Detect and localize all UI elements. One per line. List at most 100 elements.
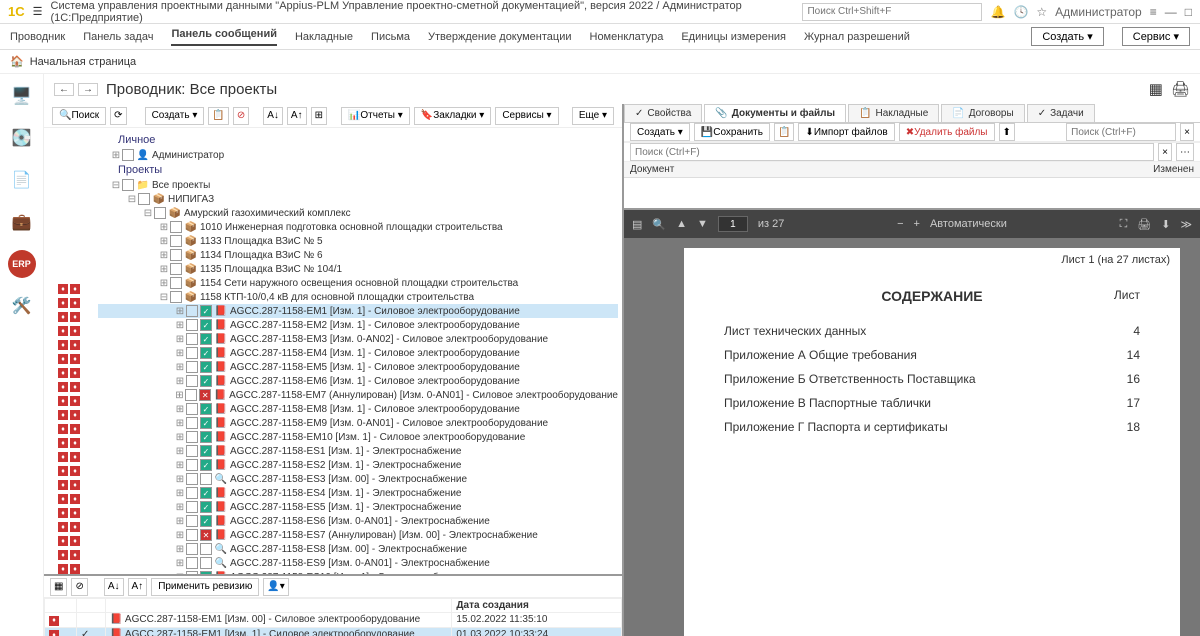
search2-clear[interactable]: × bbox=[1158, 143, 1172, 161]
tree-folder[interactable]: ⊟📦1158 КТП-10/0,4 кВ для основной площад… bbox=[98, 290, 618, 304]
pdf-page-input[interactable] bbox=[718, 216, 748, 232]
pdf-icon[interactable]: ♦ bbox=[70, 368, 80, 378]
pdf-icon[interactable]: ♦ bbox=[70, 452, 80, 462]
create-dropdown[interactable]: Создать ▾ bbox=[145, 107, 205, 125]
rev-icon-2[interactable]: ⊘ bbox=[71, 578, 87, 596]
pdf-icon[interactable]: ♦ bbox=[70, 508, 80, 518]
rev-sort-az[interactable]: A↓ bbox=[104, 578, 124, 596]
pdf-icon[interactable]: ♦ bbox=[70, 466, 80, 476]
pdf-icon[interactable]: ♦ bbox=[58, 298, 68, 308]
pdf-print-icon[interactable]: 🖨 bbox=[1137, 218, 1151, 231]
tab-permissions[interactable]: Журнал разрешений bbox=[804, 31, 910, 43]
pdf-more-icon[interactable]: ≫ bbox=[1180, 218, 1192, 231]
sort-za-icon[interactable]: A↑ bbox=[287, 107, 307, 125]
pdf-icon[interactable]: ♦ bbox=[58, 438, 68, 448]
services-dropdown[interactable]: Сервисы ▾ bbox=[495, 107, 558, 125]
rt-search-clear[interactable]: × bbox=[1180, 123, 1194, 141]
tree-doc[interactable]: ⊞✓📕AGCC.287-1158-EM4 [Изм. 1] - Силовое … bbox=[98, 346, 618, 360]
monitor-icon[interactable]: 🖥️ bbox=[8, 82, 36, 110]
tree-admin[interactable]: Администратор bbox=[150, 150, 224, 161]
copy-icon[interactable]: 📋 bbox=[208, 107, 228, 125]
pdf-prev-icon[interactable]: ▲ bbox=[676, 218, 687, 230]
rt-export-icon[interactable]: ⬆ bbox=[999, 123, 1015, 141]
tree-doc[interactable]: ⊞✕📕AGCC.287-1158-EM7 (Аннулирован) [Изм.… bbox=[98, 388, 618, 402]
tree-doc[interactable]: ⊞✓📕AGCC.287-1158-EM8 [Изм. 1] - Силовое … bbox=[98, 402, 618, 416]
erp-icon[interactable]: ERP bbox=[8, 250, 36, 278]
tab-tasks[interactable]: Панель задач bbox=[83, 31, 153, 43]
tab-approval[interactable]: Утверждение документации bbox=[428, 31, 572, 43]
pdf-icon[interactable]: ♦ bbox=[70, 550, 80, 560]
apply-revision-button[interactable]: Применить ревизию bbox=[151, 578, 259, 596]
tree-doc[interactable]: ⊞✓📕AGCC.287-1158-EM5 [Изм. 1] - Силовое … bbox=[98, 360, 618, 374]
pdf-zoom-in[interactable]: + bbox=[914, 218, 920, 230]
tree-doc[interactable]: ⊞✕📕AGCC.287-1158-ES7 (Аннулирован) [Изм.… bbox=[98, 528, 618, 542]
pdf-icon[interactable]: ♦ bbox=[58, 522, 68, 532]
tree-doc[interactable]: ⊞🔍AGCC.287-1158-ES3 [Изм. 00] - Электрос… bbox=[98, 472, 618, 486]
pdf-icon[interactable]: ♦ bbox=[58, 326, 68, 336]
rev-icon-1[interactable]: ▦ bbox=[50, 578, 67, 596]
pdf-icon[interactable]: ♦ bbox=[58, 564, 68, 574]
admin-label[interactable]: Администратор bbox=[1055, 5, 1142, 19]
pdf-icon[interactable]: ♦ bbox=[70, 438, 80, 448]
revision-row[interactable]: ♦📕 AGCC.287-1158-EM1 [Изм. 00] - Силовое… bbox=[45, 613, 622, 628]
rt-import[interactable]: ⬇ Импорт файлов bbox=[798, 123, 894, 141]
maximize-icon[interactable]: □ bbox=[1185, 5, 1192, 19]
tree-folder[interactable]: ⊞📦1133 Площадка ВЗиС № 5 bbox=[98, 234, 618, 248]
pdf-icon[interactable]: ♦ bbox=[58, 550, 68, 560]
pdf-zoom-mode[interactable]: Автоматически bbox=[930, 218, 1007, 230]
document-icon[interactable]: 📄 bbox=[8, 166, 36, 194]
pdf-icon[interactable]: ♦ bbox=[70, 326, 80, 336]
pdf-icon[interactable]: ♦ bbox=[70, 522, 80, 532]
nav-back[interactable]: ← bbox=[54, 83, 74, 96]
tree-all-projects[interactable]: Все проекты bbox=[150, 180, 210, 191]
revision-row[interactable]: ♦✓📕 AGCC.287-1158-EM1 [Изм. 1] - Силовое… bbox=[45, 627, 622, 636]
pdf-download-icon[interactable]: ⬇ bbox=[1161, 218, 1170, 231]
pdf-icon[interactable]: ♦ bbox=[58, 466, 68, 476]
tree-folder[interactable]: ⊞📦1134 Площадка ВЗиС № 6 bbox=[98, 248, 618, 262]
pdf-icon[interactable]: ♦ bbox=[70, 382, 80, 392]
minimize-icon[interactable]: ― bbox=[1165, 5, 1177, 19]
view-icon-2[interactable]: 🖨 bbox=[1171, 80, 1190, 98]
tree-doc[interactable]: ⊞✓📕AGCC.287-1158-EM10 [Изм. 1] - Силовое… bbox=[98, 430, 618, 444]
pdf-search-icon[interactable]: 🔍 bbox=[652, 218, 666, 231]
rt-save[interactable]: 💾 Сохранить bbox=[694, 123, 770, 141]
pdf-sidebar-icon[interactable]: ▤ bbox=[632, 218, 642, 231]
tab-nomenclature[interactable]: Номенклатура bbox=[590, 31, 664, 43]
menu-icon[interactable]: ☰ bbox=[33, 5, 43, 18]
bell-icon[interactable]: 🔔 bbox=[990, 5, 1005, 19]
pdf-icon[interactable]: ♦ bbox=[58, 452, 68, 462]
pdf-icon[interactable]: ♦ bbox=[70, 340, 80, 350]
pdf-icon[interactable]: ♦ bbox=[58, 396, 68, 406]
global-search-input[interactable] bbox=[802, 3, 982, 21]
pdf-icon[interactable]: ♦ bbox=[70, 298, 80, 308]
create-button[interactable]: Создать ▾ bbox=[1031, 27, 1103, 46]
pdf-icon[interactable]: ♦ bbox=[58, 340, 68, 350]
pdf-icon[interactable]: ♦ bbox=[58, 410, 68, 420]
tree-doc[interactable]: ⊞✓📕AGCC.287-1158-ES4 [Изм. 1] - Электрос… bbox=[98, 486, 618, 500]
tab-messages[interactable]: Панель сообщений bbox=[171, 28, 277, 46]
tree-doc[interactable]: ⊞✓📕AGCC.287-1158-ES2 [Изм. 1] - Электрос… bbox=[98, 458, 618, 472]
rtab-contracts[interactable]: 📄 Договоры bbox=[941, 104, 1024, 122]
search2-more[interactable]: ⋯ bbox=[1176, 143, 1194, 161]
pdf-icon[interactable]: ♦ bbox=[58, 382, 68, 392]
rtab-props[interactable]: ✓ Свойства bbox=[624, 104, 702, 122]
tree-amur[interactable]: Амурский газохимический комплекс bbox=[182, 208, 351, 219]
tree-doc[interactable]: ⊞✓📕AGCC.287-1158-ES1 [Изм. 1] - Электрос… bbox=[98, 444, 618, 458]
sort-az-icon[interactable]: A↓ bbox=[263, 107, 283, 125]
tree-doc[interactable]: ⊞✓📕AGCC.287-1158-EM1 [Изм. 1] - Силовое … bbox=[98, 304, 618, 318]
pdf-icon[interactable]: ♦ bbox=[58, 424, 68, 434]
rtab-tasks[interactable]: ✓ Задачи bbox=[1027, 104, 1095, 122]
settings-icon[interactable]: ≡ bbox=[1150, 5, 1157, 19]
more-dropdown[interactable]: Еще ▾ bbox=[572, 107, 614, 125]
tab-letters[interactable]: Письма bbox=[371, 31, 410, 43]
pdf-icon[interactable]: ♦ bbox=[70, 494, 80, 504]
pdf-icon[interactable]: ♦ bbox=[58, 494, 68, 504]
tree-doc[interactable]: ⊞✓📕AGCC.287-1158-EM3 [Изм. 0-AN02] - Сил… bbox=[98, 332, 618, 346]
tab-explorer[interactable]: Проводник bbox=[10, 31, 65, 43]
tree-icon[interactable]: ⊞ bbox=[311, 107, 327, 125]
pdf-icon[interactable]: ♦ bbox=[70, 424, 80, 434]
pdf-icon[interactable]: ♦ bbox=[70, 284, 80, 294]
pdf-icon[interactable]: ♦ bbox=[70, 564, 80, 574]
pdf-icon[interactable]: ♦ bbox=[58, 284, 68, 294]
rt-icon[interactable]: 📋 bbox=[774, 123, 794, 141]
